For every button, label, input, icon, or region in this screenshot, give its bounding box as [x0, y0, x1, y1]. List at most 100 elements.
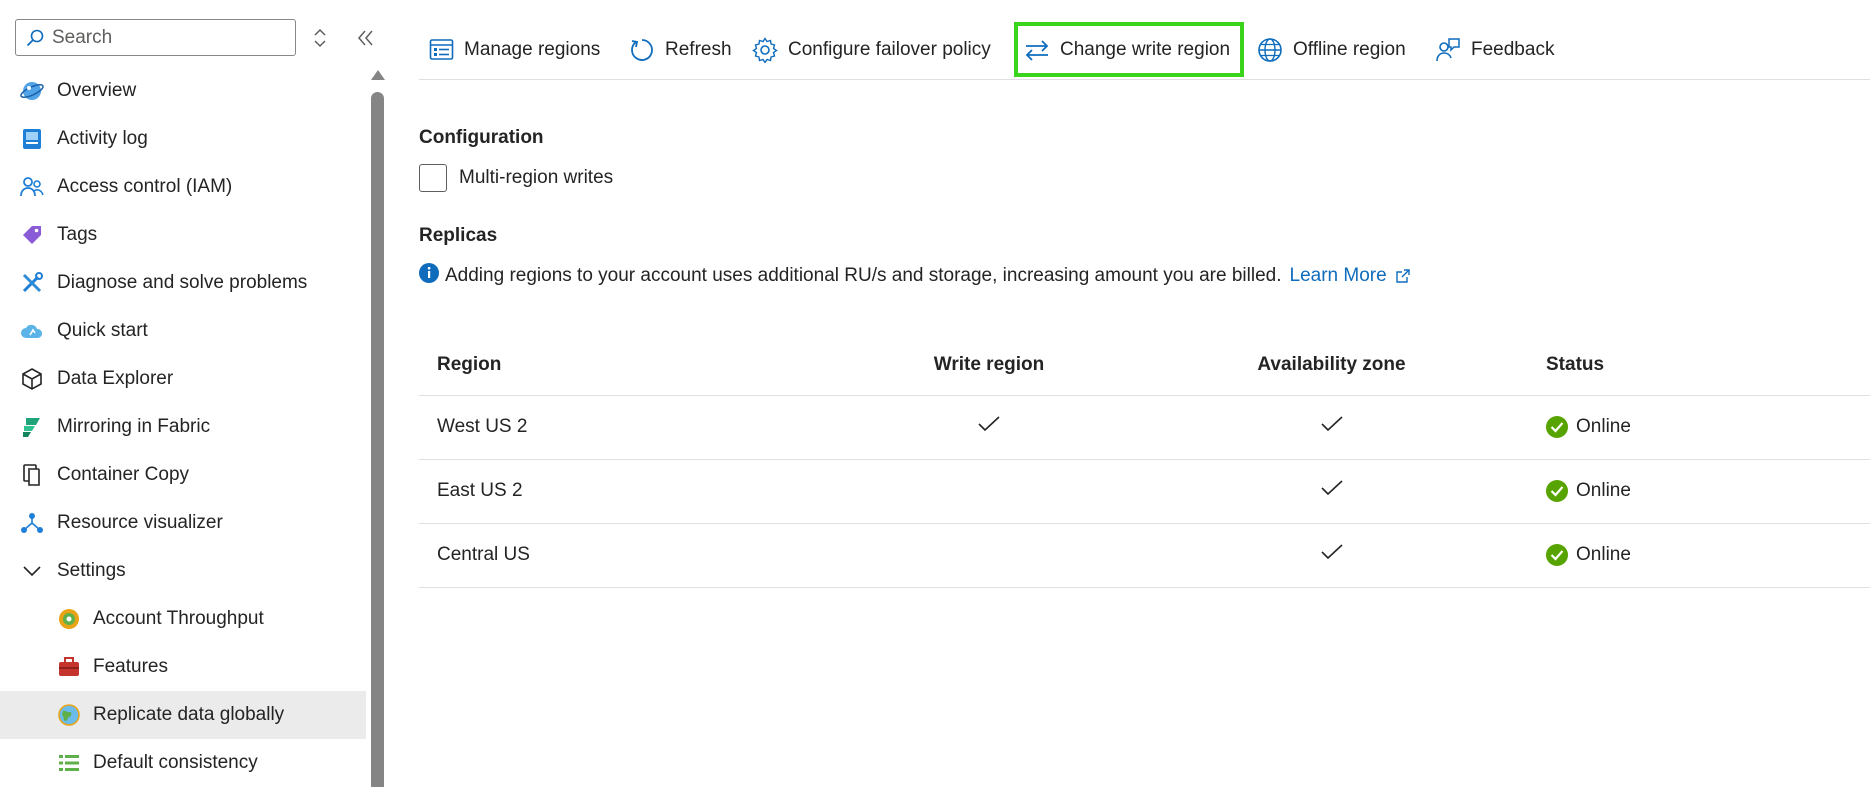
sidebar-item-label: Activity log	[57, 128, 148, 149]
feedback-icon	[1436, 37, 1460, 61]
online-status-icon	[1546, 416, 1568, 438]
table-row[interactable]: West US 2 Online	[419, 395, 1870, 460]
globe-outline-icon	[1258, 37, 1282, 62]
sidebar-item-label: Diagnose and solve problems	[57, 272, 308, 293]
info-icon	[419, 263, 439, 283]
swap-arrows-icon	[1025, 39, 1049, 61]
sidebar-item-label: Replicate data globally	[93, 704, 285, 725]
checkmark-icon	[1320, 544, 1343, 560]
sidebar-item-label: Container Copy	[57, 464, 190, 485]
sidebar-item-account-throughput[interactable]: Account Throughput	[0, 595, 366, 643]
feedback-button[interactable]: Feedback	[1435, 22, 1554, 77]
sidebar: Overview Activity log Access control (IA…	[0, 0, 386, 787]
availability-zone-cell	[1139, 459, 1524, 524]
sidebar-item-label: Features	[93, 656, 168, 677]
sidebar-item-default-consistency[interactable]: Default consistency	[0, 739, 366, 787]
globe-icon	[58, 704, 80, 726]
sidebar-item-label: Account Throughput	[93, 608, 264, 629]
sidebar-scrollbar[interactable]	[371, 70, 385, 787]
sidebar-item-tags[interactable]: Tags	[0, 211, 366, 259]
cloud-icon	[21, 324, 43, 338]
sidebar-item-diagnose[interactable]: Diagnose and solve problems	[0, 259, 366, 307]
manage-regions-label: Manage regions	[464, 38, 601, 60]
replicas-table: Region Write region Availability zone St…	[419, 335, 1870, 588]
learn-more-link[interactable]: Learn More	[1290, 265, 1387, 287]
sidebar-nav: Overview Activity log Access control (IA…	[0, 67, 366, 787]
gear-icon	[752, 36, 778, 63]
sidebar-item-activity-log[interactable]: Activity log	[0, 115, 366, 163]
manage-regions-icon	[429, 39, 454, 60]
status-cell: Online	[1524, 395, 1870, 460]
sidebar-item-label: Resource visualizer	[57, 512, 223, 533]
feedback-label: Feedback	[1471, 38, 1555, 60]
sidebar-item-container-copy[interactable]: Container Copy	[0, 451, 366, 499]
availability-zone-cell	[1139, 523, 1524, 588]
search-box[interactable]	[15, 19, 296, 56]
offline-region-label: Offline region	[1293, 38, 1406, 60]
refresh-label: Refresh	[665, 38, 732, 60]
refresh-button[interactable]: Refresh	[629, 22, 732, 77]
online-status-icon	[1546, 544, 1568, 566]
online-status-icon	[1546, 480, 1568, 502]
sidebar-item-label: Quick start	[57, 320, 148, 341]
write-region-cell	[839, 395, 1139, 460]
sidebar-item-features[interactable]: Features	[0, 643, 366, 691]
sidebar-item-label: Tags	[57, 224, 98, 245]
sidebar-item-overview[interactable]: Overview	[0, 67, 366, 115]
configure-failover-policy-label: Configure failover policy	[788, 38, 991, 60]
table-row[interactable]: East US 2 Online	[419, 459, 1870, 524]
scroll-up-arrow[interactable]	[371, 70, 385, 80]
billing-info-message: Adding regions to your account uses addi…	[419, 263, 1411, 287]
sidebar-item-label: Settings	[57, 560, 126, 581]
status-label: Online	[1576, 416, 1631, 437]
activity-log-icon	[23, 129, 41, 149]
search-input[interactable]	[52, 26, 282, 49]
table-header-row: Region Write region Availability zone St…	[419, 335, 1870, 396]
region-cell: East US 2	[419, 459, 839, 524]
status-label: Online	[1576, 544, 1631, 565]
status-cell: Online	[1524, 523, 1870, 588]
column-header-write-region[interactable]: Write region	[839, 335, 1139, 396]
column-header-region[interactable]: Region	[419, 335, 839, 396]
network-icon	[21, 513, 43, 533]
refresh-icon	[631, 38, 653, 61]
sort-icon[interactable]	[311, 25, 329, 51]
cube-icon	[22, 368, 42, 390]
search-icon	[26, 29, 44, 46]
command-bar: Manage regions Refresh Configure failove…	[419, 20, 1870, 80]
list-lines-icon	[59, 755, 79, 771]
column-header-status[interactable]: Status	[1524, 335, 1870, 396]
checkmark-icon	[1320, 480, 1343, 496]
write-region-cell	[839, 459, 1139, 524]
multi-region-writes-row[interactable]: Multi-region writes	[419, 164, 613, 192]
info-text: Adding regions to your account uses addi…	[445, 265, 1282, 286]
sidebar-group-settings[interactable]: Settings	[0, 547, 366, 595]
sidebar-item-label: Overview	[57, 80, 137, 101]
throughput-icon	[59, 609, 79, 629]
collapse-sidebar-icon[interactable]	[356, 28, 376, 48]
chevron-down-icon	[23, 566, 41, 577]
change-write-region-button[interactable]: Change write region	[1014, 22, 1245, 77]
write-region-cell	[839, 523, 1139, 588]
sidebar-item-mirroring-fabric[interactable]: Mirroring in Fabric	[0, 403, 366, 451]
external-link-icon[interactable]	[1395, 268, 1411, 284]
sidebar-item-label: Access control (IAM)	[57, 176, 233, 197]
scroll-thumb[interactable]	[371, 92, 384, 787]
offline-region-button[interactable]: Offline region	[1257, 22, 1406, 77]
multi-region-writes-checkbox[interactable]	[419, 164, 447, 192]
briefcase-icon	[59, 657, 79, 676]
status-label: Online	[1576, 480, 1631, 501]
sidebar-item-data-explorer[interactable]: Data Explorer	[0, 355, 366, 403]
region-cell: West US 2	[419, 395, 839, 460]
column-header-availability-zone[interactable]: Availability zone	[1139, 335, 1524, 396]
manage-regions-button[interactable]: Manage regions	[429, 22, 600, 77]
sidebar-item-quick-start[interactable]: Quick start	[0, 307, 366, 355]
sidebar-item-resource-visualizer[interactable]: Resource visualizer	[0, 499, 366, 547]
sidebar-item-label: Default consistency	[93, 752, 258, 773]
sidebar-item-label: Data Explorer	[57, 368, 174, 389]
table-row[interactable]: Central US Online	[419, 523, 1870, 588]
sidebar-item-access-control[interactable]: Access control (IAM)	[0, 163, 366, 211]
configure-failover-policy-button[interactable]: Configure failover policy	[752, 22, 991, 77]
sidebar-item-replicate-data-globally[interactable]: Replicate data globally	[0, 691, 366, 739]
people-icon	[20, 177, 44, 197]
